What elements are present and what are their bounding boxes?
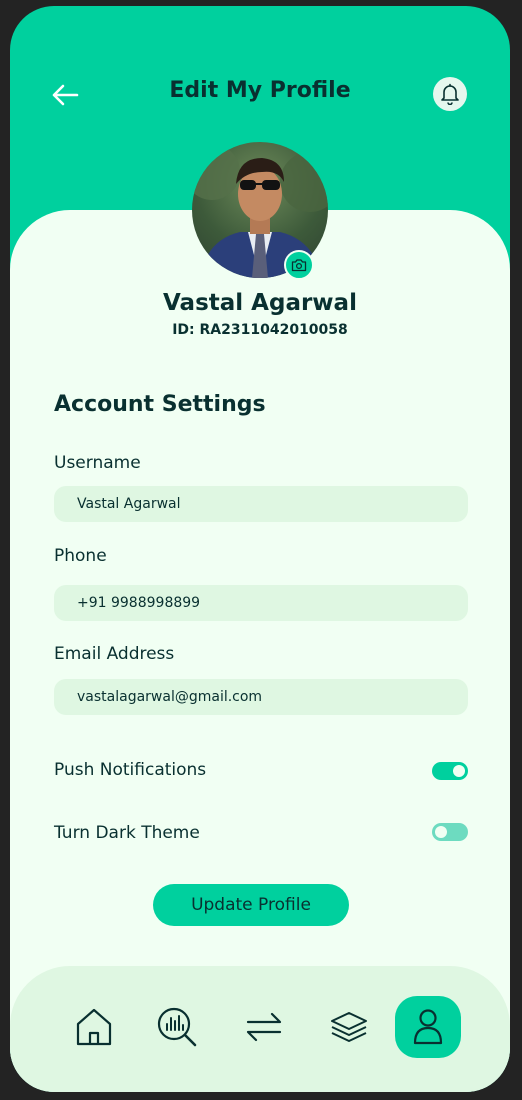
- user-id: ID: RA2311042010058: [172, 322, 348, 338]
- email-field[interactable]: [54, 679, 468, 715]
- nav-item-profile[interactable]: [395, 996, 461, 1058]
- phone-screen: Edit My Profile Vastal Agarwal ID: RA231…: [10, 6, 510, 1092]
- push-notifications-toggle[interactable]: [432, 762, 468, 780]
- nav-item-layers[interactable]: [316, 996, 382, 1058]
- push-notifications-label: Push Notifications: [54, 760, 207, 780]
- toggle-knob: [453, 765, 465, 777]
- nav-item-transactions[interactable]: [231, 996, 297, 1058]
- profile-icon: [413, 1009, 443, 1045]
- phone-field[interactable]: [54, 585, 468, 621]
- change-photo-button[interactable]: [284, 250, 314, 280]
- update-profile-button[interactable]: Update Profile: [153, 884, 349, 926]
- header: Edit My Profile: [10, 66, 510, 122]
- bell-icon: [441, 83, 459, 105]
- toggle-knob: [435, 826, 447, 838]
- dark-theme-label: Turn Dark Theme: [54, 823, 200, 843]
- user-name: Vastal Agarwal: [163, 290, 357, 316]
- email-label: Email Address: [54, 644, 175, 664]
- section-title: Account Settings: [54, 392, 266, 417]
- nav-item-analysis[interactable]: [144, 996, 210, 1058]
- username-field[interactable]: [54, 486, 468, 522]
- home-icon: [76, 1008, 112, 1046]
- nav-item-home[interactable]: [61, 996, 127, 1058]
- dark-theme-toggle[interactable]: [432, 823, 468, 841]
- username-label: Username: [54, 453, 141, 473]
- notification-button[interactable]: [433, 77, 467, 111]
- layers-icon: [331, 1012, 367, 1042]
- transactions-icon: [246, 1012, 282, 1042]
- bottom-nav: [10, 966, 510, 1092]
- camera-icon: [291, 259, 307, 272]
- analysis-icon: [157, 1007, 197, 1047]
- phone-label: Phone: [54, 546, 107, 566]
